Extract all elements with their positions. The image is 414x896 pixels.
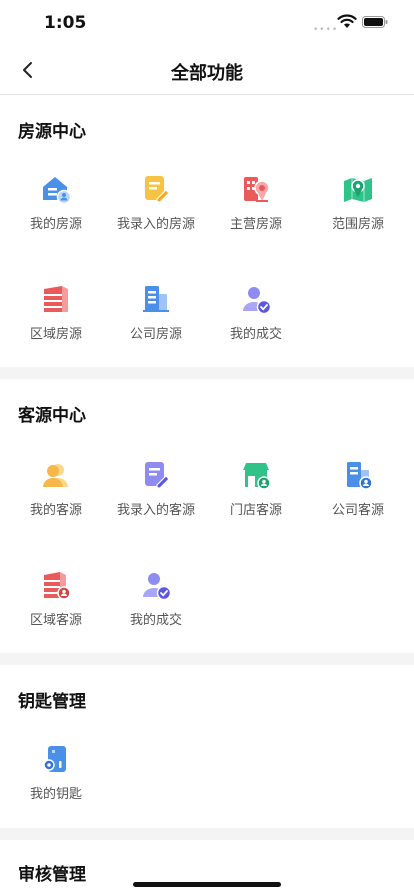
- section-title: 房源中心: [18, 122, 86, 142]
- item-label: 我的钥匙: [29, 787, 82, 802]
- item-my-clients[interactable]: 我的客源: [4, 459, 108, 539]
- item-my-deals-clients[interactable]: 我的成交: [104, 569, 208, 649]
- key-card-icon: [43, 746, 66, 772]
- house-user-icon: [43, 177, 72, 205]
- item-label: 我的客源: [29, 503, 82, 518]
- building-pin-icon: [244, 177, 270, 202]
- person-check-icon: [243, 287, 272, 315]
- item-my-entered-listings[interactable]: 我录入的房源: [104, 173, 208, 253]
- map-pin-icon: [344, 178, 372, 202]
- section-key-management: 钥匙管理 我的钥匙: [0, 665, 414, 828]
- item-company-listings[interactable]: 公司房源: [104, 283, 208, 363]
- section-title: 审核管理: [18, 865, 86, 885]
- item-main-listings[interactable]: 主营房源: [204, 173, 308, 253]
- section-divider: [0, 367, 414, 379]
- note-edit-icon: [145, 462, 170, 489]
- item-label: 我录入的客源: [116, 503, 195, 518]
- battery-icon: [362, 16, 388, 28]
- person-card-icon: [43, 464, 68, 487]
- item-label: 我的房源: [29, 217, 82, 232]
- item-my-listings[interactable]: 我的房源: [4, 173, 108, 253]
- status-time: 1:05: [44, 13, 87, 33]
- store-icon: [243, 463, 271, 490]
- item-label: 公司房源: [129, 327, 182, 342]
- person-check-icon: [143, 573, 172, 601]
- item-label: 区域房源: [29, 327, 82, 342]
- item-region-clients[interactable]: 区域客源: [4, 569, 108, 649]
- item-label: 我的成交: [129, 613, 182, 628]
- section-divider: [0, 653, 414, 665]
- item-my-entered-clients[interactable]: 我录入的客源: [104, 459, 208, 539]
- item-store-clients[interactable]: 门店客源: [204, 459, 308, 539]
- section-title: 钥匙管理: [18, 692, 86, 712]
- item-region-listings[interactable]: 区域房源: [4, 283, 108, 363]
- section-title: 客源中心: [18, 406, 86, 426]
- item-label: 区域客源: [29, 613, 82, 628]
- home-indicator: [133, 882, 281, 887]
- stacked-building-user-icon: [44, 572, 71, 600]
- section-client-center: 客源中心 我的客源 我录入的客源 门店客源 公司客源 区域客源 我的成交: [0, 379, 414, 653]
- item-label: 主营房源: [229, 217, 282, 232]
- nav-bar: 全部功能: [0, 46, 414, 95]
- item-label: 我的成交: [229, 327, 282, 342]
- status-bar: 1:05 ••••: [0, 0, 414, 46]
- office-user-icon: [347, 462, 373, 490]
- item-label: 范围房源: [331, 217, 384, 232]
- item-label: 我录入的房源: [116, 217, 195, 232]
- item-my-keys[interactable]: 我的钥匙: [4, 743, 108, 823]
- section-review-management: 审核管理: [0, 840, 414, 896]
- note-edit-icon: [145, 176, 170, 203]
- item-my-deals[interactable]: 我的成交: [204, 283, 308, 363]
- stacked-building-icon: [44, 286, 68, 312]
- wifi-icon: [337, 14, 357, 28]
- item-label: 公司客源: [331, 503, 384, 518]
- office-building-icon: [143, 286, 169, 312]
- section-divider: [0, 828, 414, 840]
- section-listing-center: 房源中心 我的房源 我录入的房源 主营房源 范围房源 区域房源 公司房源 我的成…: [0, 95, 414, 367]
- signal-icon: ••••: [313, 25, 339, 35]
- item-label: 门店客源: [229, 503, 282, 518]
- page-title: 全部功能: [171, 63, 243, 84]
- item-company-clients[interactable]: 公司客源: [306, 459, 410, 539]
- item-range-listings[interactable]: 范围房源: [306, 173, 410, 253]
